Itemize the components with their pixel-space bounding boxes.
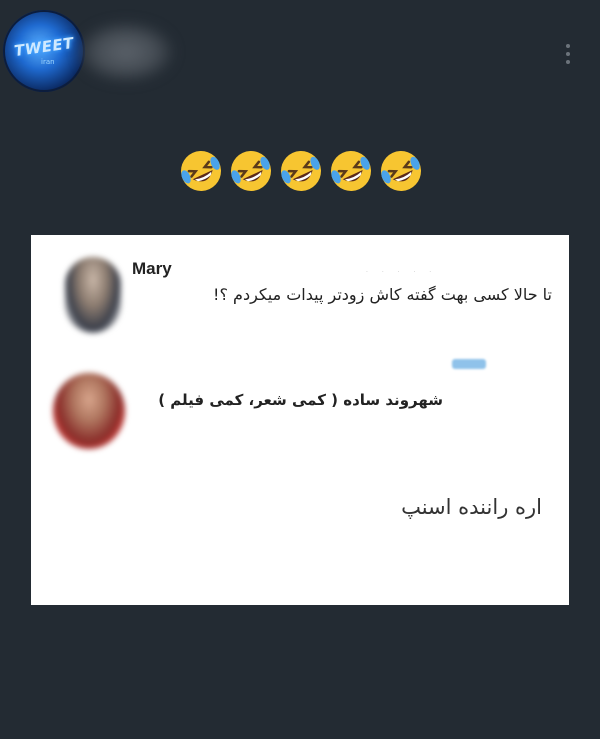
rolling-laughing-emoji-icon [378,148,424,194]
reply-avatar[interactable] [65,257,121,333]
reply-text: اره راننده اسنپ [401,495,542,519]
screenshot-card: Mary · · · · · تا حالا کسی بهت گفته کاش … [31,235,569,605]
blurred-badge [452,359,486,369]
rolling-laughing-emoji-icon [228,148,274,194]
profile-avatar[interactable]: TWEET iran [3,10,85,92]
blurred-username [78,22,174,82]
rolling-laughing-emoji-icon [178,148,224,194]
reply-author-name[interactable]: شهروند ساده ( کمی شعر، کمی فیلم ) [158,391,443,409]
reply-text: تا حالا کسی بهت گفته کاش زودتر پیدات میک… [213,285,552,304]
reply-author-name[interactable]: Mary [132,259,172,279]
avatar-logo-text: TWEET [13,33,75,61]
rolling-laughing-emoji-icon [278,148,324,194]
avatar-logo-subtext: iran [41,58,55,66]
faint-artifact: · · · · · [366,269,438,276]
reply-avatar[interactable] [53,373,125,449]
emoji-row [178,148,428,198]
rolling-laughing-emoji-icon [328,148,374,194]
more-options-icon[interactable] [561,44,575,72]
